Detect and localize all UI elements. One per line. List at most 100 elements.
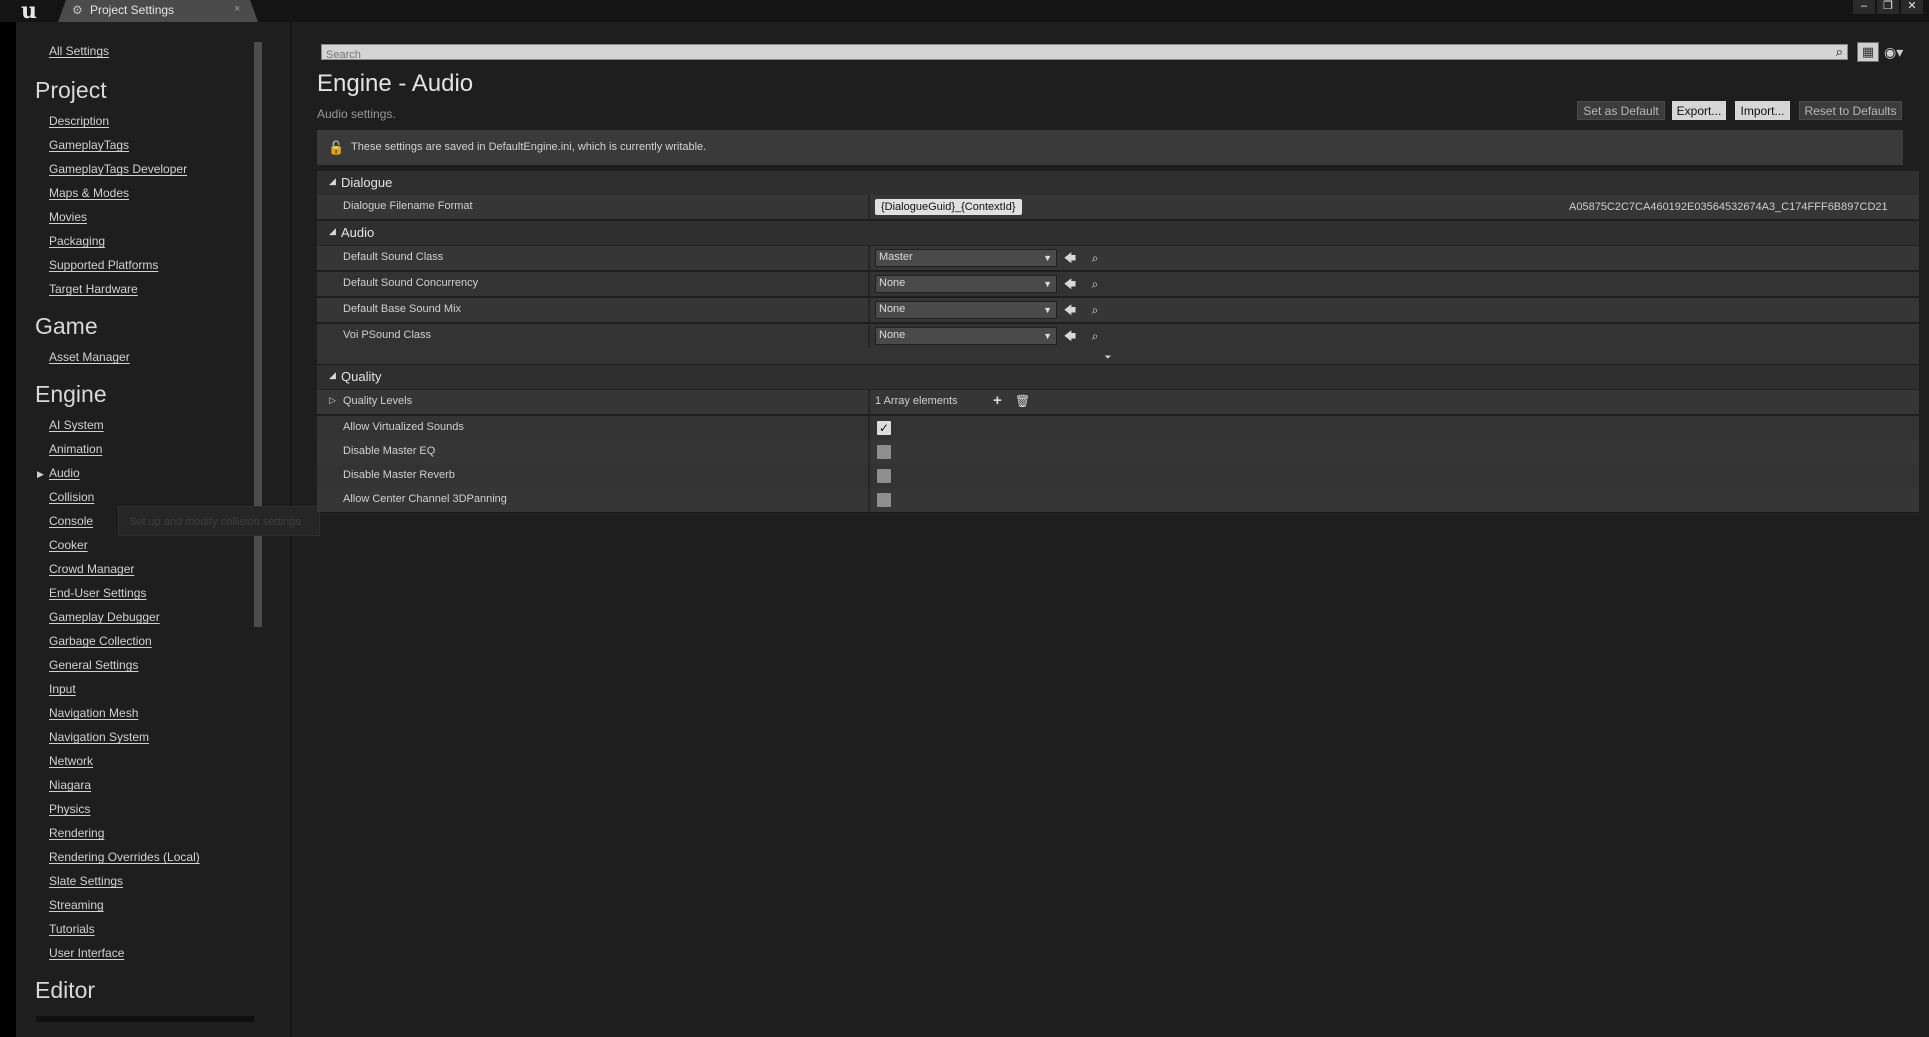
sidebar-item-rendering[interactable]: Rendering	[49, 826, 104, 840]
disable-master-eq-checkbox[interactable]	[877, 445, 891, 459]
sidebar-item-target-hardware[interactable]: Target Hardware	[49, 282, 138, 296]
sidebar-horizontal-scrollbar[interactable]	[36, 1016, 254, 1022]
property-row-dialogue-filename-format: Dialogue Filename Format {DialogueGuid}_…	[317, 195, 1919, 219]
sidebar-item-description[interactable]: Description	[49, 114, 109, 128]
close-button[interactable]: ✕	[1901, 0, 1923, 14]
voip-sound-class-combo[interactable]: None ▼	[875, 327, 1057, 345]
sidebar-item-physics[interactable]: Physics	[49, 802, 90, 816]
sidebar-heading-game: Game	[35, 313, 98, 339]
sidebar-item-gameplay-debugger[interactable]: Gameplay Debugger	[49, 610, 160, 624]
category-audio[interactable]: ◢ Audio	[317, 221, 1919, 246]
view-options-eye-icon[interactable]: ◉▾	[1884, 42, 1918, 62]
sidebar-item-end-user-settings[interactable]: End-User Settings	[49, 586, 146, 600]
tab-close-icon[interactable]: ×	[234, 3, 240, 15]
advanced-expand-icon[interactable]: ⏷	[1101, 352, 1115, 362]
filename-format-field[interactable]: {DialogueGuid}_{ContextId}	[875, 199, 1022, 215]
category-dialogue[interactable]: ◢ Dialogue	[317, 171, 1919, 196]
category-quality[interactable]: ◢ Quality	[317, 365, 1919, 390]
selected-arrow-icon: ▶	[37, 469, 44, 479]
use-selected-arrow-icon[interactable]: 🡄	[1063, 302, 1077, 318]
browse-icon[interactable]: ⌕	[1088, 276, 1102, 292]
sidebar-item-user-interface[interactable]: User Interface	[49, 946, 124, 960]
column-splitter[interactable]	[868, 246, 870, 270]
maximize-button[interactable]: ❐	[1877, 0, 1899, 14]
sidebar-item-tutorials[interactable]: Tutorials	[49, 922, 95, 936]
column-splitter[interactable]	[868, 195, 870, 219]
sidebar-item-asset-manager[interactable]: Asset Manager	[49, 350, 130, 364]
reset-to-defaults-button[interactable]: Reset to Defaults	[1799, 101, 1902, 120]
config-notice: 🔓 These settings are saved in DefaultEng…	[317, 130, 1903, 165]
column-splitter[interactable]	[868, 488, 870, 512]
column-splitter[interactable]	[868, 324, 870, 348]
filename-format-preview: A05875C2C7CA460192E03564532674A3_C174FFF…	[1569, 201, 1888, 213]
settings-icon: ⚙	[72, 3, 83, 17]
sidebar-item-maps-modes[interactable]: Maps & Modes	[49, 186, 129, 200]
sidebar-item-general-settings[interactable]: General Settings	[49, 658, 138, 672]
browse-icon[interactable]: ⌕	[1088, 302, 1102, 318]
config-notice-text: These settings are saved in DefaultEngin…	[351, 141, 707, 153]
sidebar-item-gameplaytags[interactable]: GameplayTags	[49, 138, 129, 152]
sidebar-item-audio[interactable]: Audio	[49, 466, 80, 480]
chevron-down-icon: ▼	[1043, 331, 1052, 341]
property-label: Dialogue Filename Format	[343, 200, 473, 212]
default-base-sound-mix-combo[interactable]: None ▼	[875, 301, 1057, 319]
browse-icon[interactable]: ⌕	[1088, 328, 1102, 344]
property-row-voip-sound-class: Voi PSound Class None ▼ 🡄 ⌕	[317, 324, 1919, 348]
property-row-allow-virtualized-sounds: Allow Virtualized Sounds ✓	[317, 416, 1919, 440]
sidebar-item-animation[interactable]: Animation	[49, 442, 102, 456]
default-sound-class-combo[interactable]: Master ▼	[875, 249, 1057, 267]
column-splitter[interactable]	[868, 440, 870, 464]
sidebar-item-ai-system[interactable]: AI System	[49, 418, 104, 432]
sidebar-item-garbage-collection[interactable]: Garbage Collection	[49, 634, 152, 648]
sidebar-heading-project: Project	[35, 77, 107, 103]
sidebar-item-input[interactable]: Input	[49, 682, 76, 696]
add-element-icon[interactable]: +	[993, 392, 1002, 409]
minimize-button[interactable]: –	[1853, 0, 1875, 14]
import-button[interactable]: Import...	[1735, 101, 1790, 120]
use-selected-arrow-icon[interactable]: 🡄	[1063, 250, 1077, 266]
set-as-default-button[interactable]: Set as Default	[1577, 101, 1665, 120]
search-input[interactable]	[322, 48, 1810, 62]
column-splitter[interactable]	[868, 390, 870, 414]
tab-project-settings[interactable]: ⚙ Project Settings ×	[58, 0, 258, 22]
collision-tooltip: Set up and modify collision settings	[118, 506, 320, 536]
browse-icon[interactable]: ⌕	[1088, 250, 1102, 266]
property-label: Quality Levels	[343, 395, 413, 407]
sidebar-item-movies[interactable]: Movies	[49, 210, 87, 224]
column-splitter[interactable]	[868, 464, 870, 488]
sidebar-item-console[interactable]: Console	[49, 514, 93, 528]
sidebar-item-supported-platforms[interactable]: Supported Platforms	[49, 258, 158, 272]
allow-center-channel-3dpanning-checkbox[interactable]	[877, 493, 891, 507]
column-splitter[interactable]	[868, 298, 870, 322]
default-sound-concurrency-combo[interactable]: None ▼	[875, 275, 1057, 293]
sidebar-item-gameplaytags-developer[interactable]: GameplayTags Developer	[49, 162, 187, 176]
advanced-section-bar	[317, 348, 1919, 364]
grid-view-button[interactable]: ▦	[1857, 42, 1879, 62]
sidebar-item-navigation-mesh[interactable]: Navigation Mesh	[49, 706, 138, 720]
sidebar-item-collision[interactable]: Collision	[49, 490, 94, 504]
sidebar-item-packaging[interactable]: Packaging	[49, 234, 105, 248]
use-selected-arrow-icon[interactable]: 🡄	[1063, 328, 1077, 344]
search-icon[interactable]: ⌕	[1836, 45, 1843, 59]
allow-virtualized-sounds-checkbox[interactable]: ✓	[877, 421, 891, 435]
sidebar-scrollbar[interactable]	[254, 42, 262, 627]
sidebar-item-streaming[interactable]: Streaming	[49, 898, 104, 912]
sidebar-item-rendering-overrides-local[interactable]: Rendering Overrides (Local)	[49, 850, 200, 864]
expand-icon[interactable]: ▷	[329, 395, 336, 406]
column-splitter[interactable]	[868, 272, 870, 296]
export-button[interactable]: Export...	[1672, 101, 1726, 120]
sidebar-item-network[interactable]: Network	[49, 754, 93, 768]
sidebar-item-cooker[interactable]: Cooker	[49, 538, 88, 552]
use-selected-arrow-icon[interactable]: 🡄	[1063, 276, 1077, 292]
sidebar-item-niagara[interactable]: Niagara	[49, 778, 91, 792]
column-splitter[interactable]	[868, 416, 870, 440]
sidebar-item-all-settings[interactable]: All Settings	[49, 44, 109, 58]
sidebar-item-navigation-system[interactable]: Navigation System	[49, 730, 149, 744]
sidebar-item-slate-settings[interactable]: Slate Settings	[49, 874, 123, 888]
delete-icon[interactable]: 🗑	[1015, 394, 1030, 408]
disable-master-reverb-checkbox[interactable]	[877, 469, 891, 483]
sidebar-item-crowd-manager[interactable]: Crowd Manager	[49, 562, 134, 576]
combo-value: None	[879, 303, 906, 315]
details-bottom-border	[317, 514, 1919, 515]
unreal-logo-icon: u	[21, 0, 37, 24]
